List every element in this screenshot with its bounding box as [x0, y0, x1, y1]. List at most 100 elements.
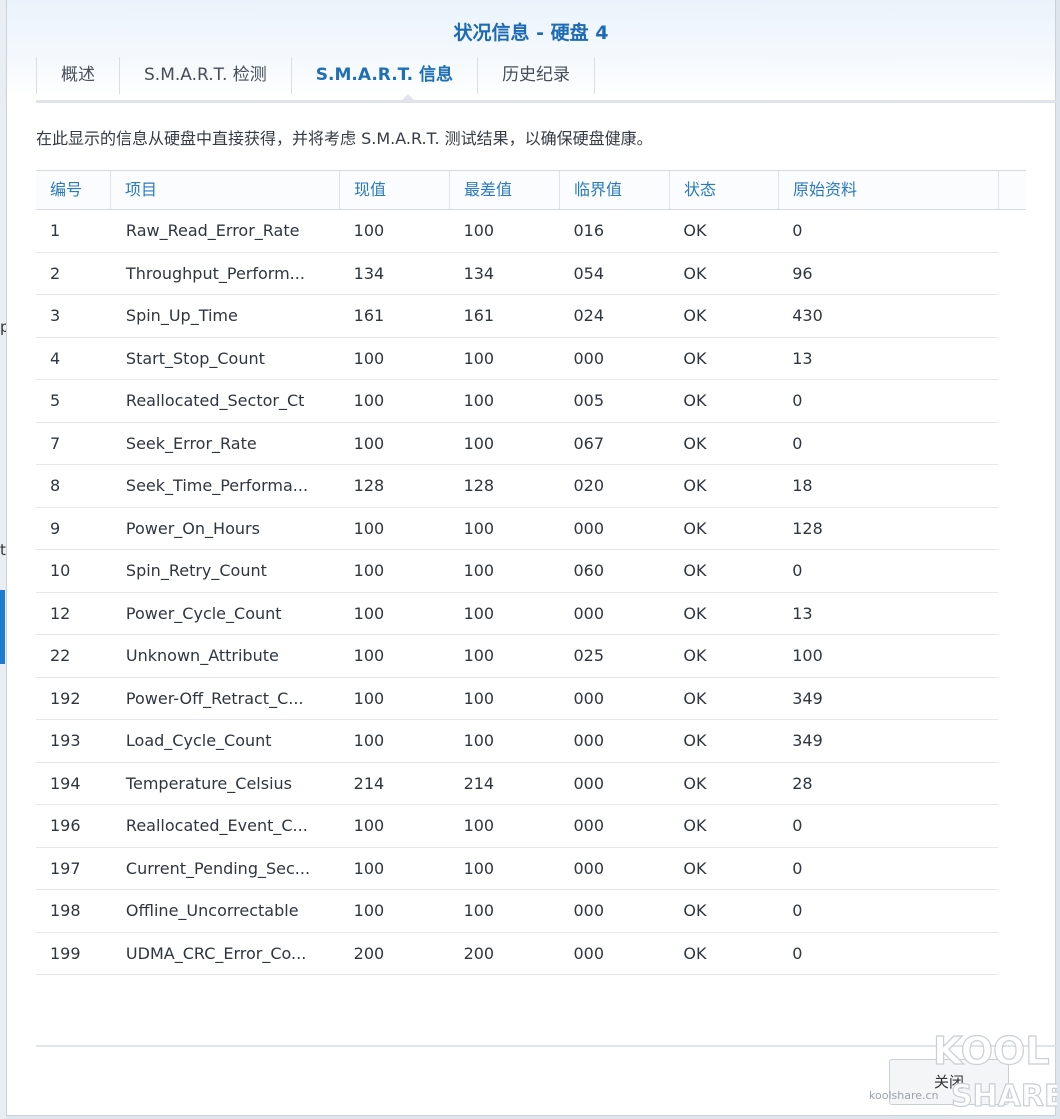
cell-threshold: 060: [573, 561, 604, 580]
cell-threshold: 067: [573, 433, 604, 453]
cell-id: 4: [50, 348, 61, 368]
background-text-fragment: t: [0, 541, 6, 559]
column-header-value[interactable]: 现值: [340, 171, 450, 209]
cell-id: 196: [50, 816, 81, 835]
disk-health-dialog: 状况信息 - 硬盘 4 概述 S.M.A.R.T. 检测 S.M.A.R.T. …: [6, 0, 1057, 1116]
table-row[interactable]: 193 Load_Cycle_Count 100 100 000 OK 349: [36, 720, 998, 763]
cell-raw: 349: [792, 731, 823, 750]
cell-status: OK: [683, 943, 707, 963]
table-row[interactable]: 5 Reallocated_Sector_Ct 100 100 005 OK 0: [36, 380, 998, 423]
cell-raw: 100: [792, 646, 823, 665]
cell-value: 100: [353, 646, 385, 665]
cell-worst: 100: [463, 858, 495, 878]
cell-id: 193: [50, 731, 81, 750]
table-row[interactable]: 10 Spin_Retry_Count 100 100 060 OK 0: [36, 550, 998, 593]
column-header-worst[interactable]: 最差值: [450, 171, 560, 209]
column-header-id[interactable]: 编号: [36, 171, 111, 209]
cell-status: OK: [683, 561, 707, 580]
cell-threshold: 000: [573, 816, 604, 835]
table-row[interactable]: 198 Offline_Uncorrectable 100 100 000 OK 0: [36, 890, 998, 933]
cell-id: 194: [50, 773, 81, 793]
table-row[interactable]: 7 Seek_Error_Rate 100 100 067 OK 0: [36, 423, 998, 465]
cell-value: 100: [353, 816, 385, 835]
cell-id: 197: [50, 858, 81, 878]
cell-worst: 128: [463, 476, 495, 495]
cell-status: OK: [683, 433, 707, 453]
cell-value: 100: [353, 391, 385, 410]
table-row[interactable]: 197 Current_Pending_Sec... 100 100 000 OK 0: [36, 848, 998, 890]
cell-worst: 161: [463, 306, 495, 325]
cell-threshold: 000: [573, 773, 604, 793]
table-row[interactable]: 199 UDMA_CRC_Error_Co... 200 200 000 OK 0: [36, 933, 998, 975]
cell-attribute: Temperature_Celsius: [125, 773, 292, 793]
cell-raw: 0: [792, 943, 803, 963]
cell-status: OK: [683, 348, 707, 368]
table-row[interactable]: 22 Unknown_Attribute 100 100 025 OK 100: [36, 635, 998, 678]
watermark-line2: SHARE: [951, 1079, 1057, 1114]
cell-status: OK: [683, 773, 707, 793]
table-row[interactable]: 3 Spin_Up_Time 161 161 024 OK 430: [36, 295, 998, 338]
cell-status: OK: [683, 816, 707, 835]
column-header-attribute[interactable]: 项目: [111, 171, 340, 209]
cell-raw: 349: [792, 688, 823, 708]
column-header-threshold[interactable]: 临界值: [560, 171, 670, 209]
cell-id: 7: [50, 433, 61, 453]
cell-attribute: Load_Cycle_Count: [125, 731, 272, 750]
table-row[interactable]: 8 Seek_Time_Performa... 128 128 020 OK 18: [36, 465, 998, 508]
cell-status: OK: [683, 603, 707, 623]
cell-status: OK: [683, 221, 707, 240]
table-header: 编号 项目 现值 最差值 临界值 状态 原始资料: [36, 170, 1026, 210]
table-row[interactable]: 194 Temperature_Celsius 214 214 000 OK 28: [36, 763, 998, 805]
cell-status: OK: [683, 688, 707, 708]
table-row[interactable]: 9 Power_On_Hours 100 100 000 OK 128: [36, 508, 998, 550]
cell-value: 134: [353, 263, 385, 283]
cell-raw: 96: [792, 263, 813, 283]
cell-raw: 18: [792, 476, 813, 495]
cell-id: 198: [50, 901, 81, 920]
cell-worst: 214: [463, 773, 495, 793]
cell-attribute: Current_Pending_Sec...: [125, 858, 311, 878]
cell-id: 9: [50, 518, 61, 538]
cell-threshold: 016: [573, 221, 604, 240]
tab-smart-info[interactable]: S.M.A.R.T. 信息: [290, 57, 477, 94]
table-row[interactable]: 4 Start_Stop_Count 100 100 000 OK 13: [36, 338, 998, 380]
cell-attribute: Unknown_Attribute: [125, 646, 279, 665]
cell-attribute: Reallocated_Sector_Ct: [125, 391, 305, 410]
column-header-raw[interactable]: 原始资料: [779, 171, 999, 209]
column-header-status[interactable]: 状态: [670, 171, 779, 209]
tab-smart-test[interactable]: S.M.A.R.T. 检测: [119, 57, 291, 94]
cell-attribute: Reallocated_Event_C...: [125, 816, 308, 835]
cell-threshold: 000: [573, 858, 604, 878]
watermark-line1: KOOL: [933, 1029, 1050, 1073]
cell-value: 100: [353, 221, 385, 240]
cell-threshold: 054: [573, 263, 604, 283]
cell-threshold: 000: [573, 688, 604, 708]
tab-history[interactable]: 历史纪录: [477, 57, 596, 94]
cell-attribute: Throughput_Perform...: [125, 263, 305, 283]
cell-worst: 100: [463, 816, 495, 835]
cell-threshold: 000: [573, 348, 604, 368]
cell-attribute: Power_Cycle_Count: [125, 603, 282, 623]
cell-attribute: Start_Stop_Count: [125, 348, 265, 368]
cell-value: 100: [353, 901, 385, 920]
cell-threshold: 025: [573, 646, 604, 665]
cell-worst: 100: [463, 646, 495, 665]
cell-attribute: Seek_Time_Performa...: [125, 476, 309, 495]
cell-value: 100: [353, 603, 385, 623]
cell-threshold: 000: [573, 731, 604, 750]
cell-value: 100: [353, 518, 385, 538]
cell-attribute: Seek_Error_Rate: [125, 433, 257, 453]
table-body: 1 Raw_Read_Error_Rate 100 100 016 OK 0 2 Through…: [36, 210, 998, 975]
table-row[interactable]: 1 Raw_Read_Error_Rate 100 100 016 OK 0: [36, 210, 998, 253]
table-row[interactable]: 12 Power_Cycle_Count 100 100 000 OK 13: [36, 593, 998, 635]
cell-id: 12: [50, 603, 71, 623]
tab-overview[interactable]: 概述: [36, 57, 119, 94]
table-row[interactable]: 2 Throughput_Perform... 134 134 054 OK 96: [36, 253, 998, 295]
cell-status: OK: [683, 858, 707, 878]
table-row[interactable]: 196 Reallocated_Event_C... 100 100 000 OK 0: [36, 805, 998, 848]
cell-value: 214: [353, 773, 385, 793]
cell-id: 1: [50, 221, 61, 240]
cell-threshold: 020: [573, 476, 604, 495]
table-row[interactable]: 192 Power-Off_Retract_C... 100 100 000 OK 349: [36, 678, 998, 720]
cell-threshold: 005: [573, 391, 604, 410]
